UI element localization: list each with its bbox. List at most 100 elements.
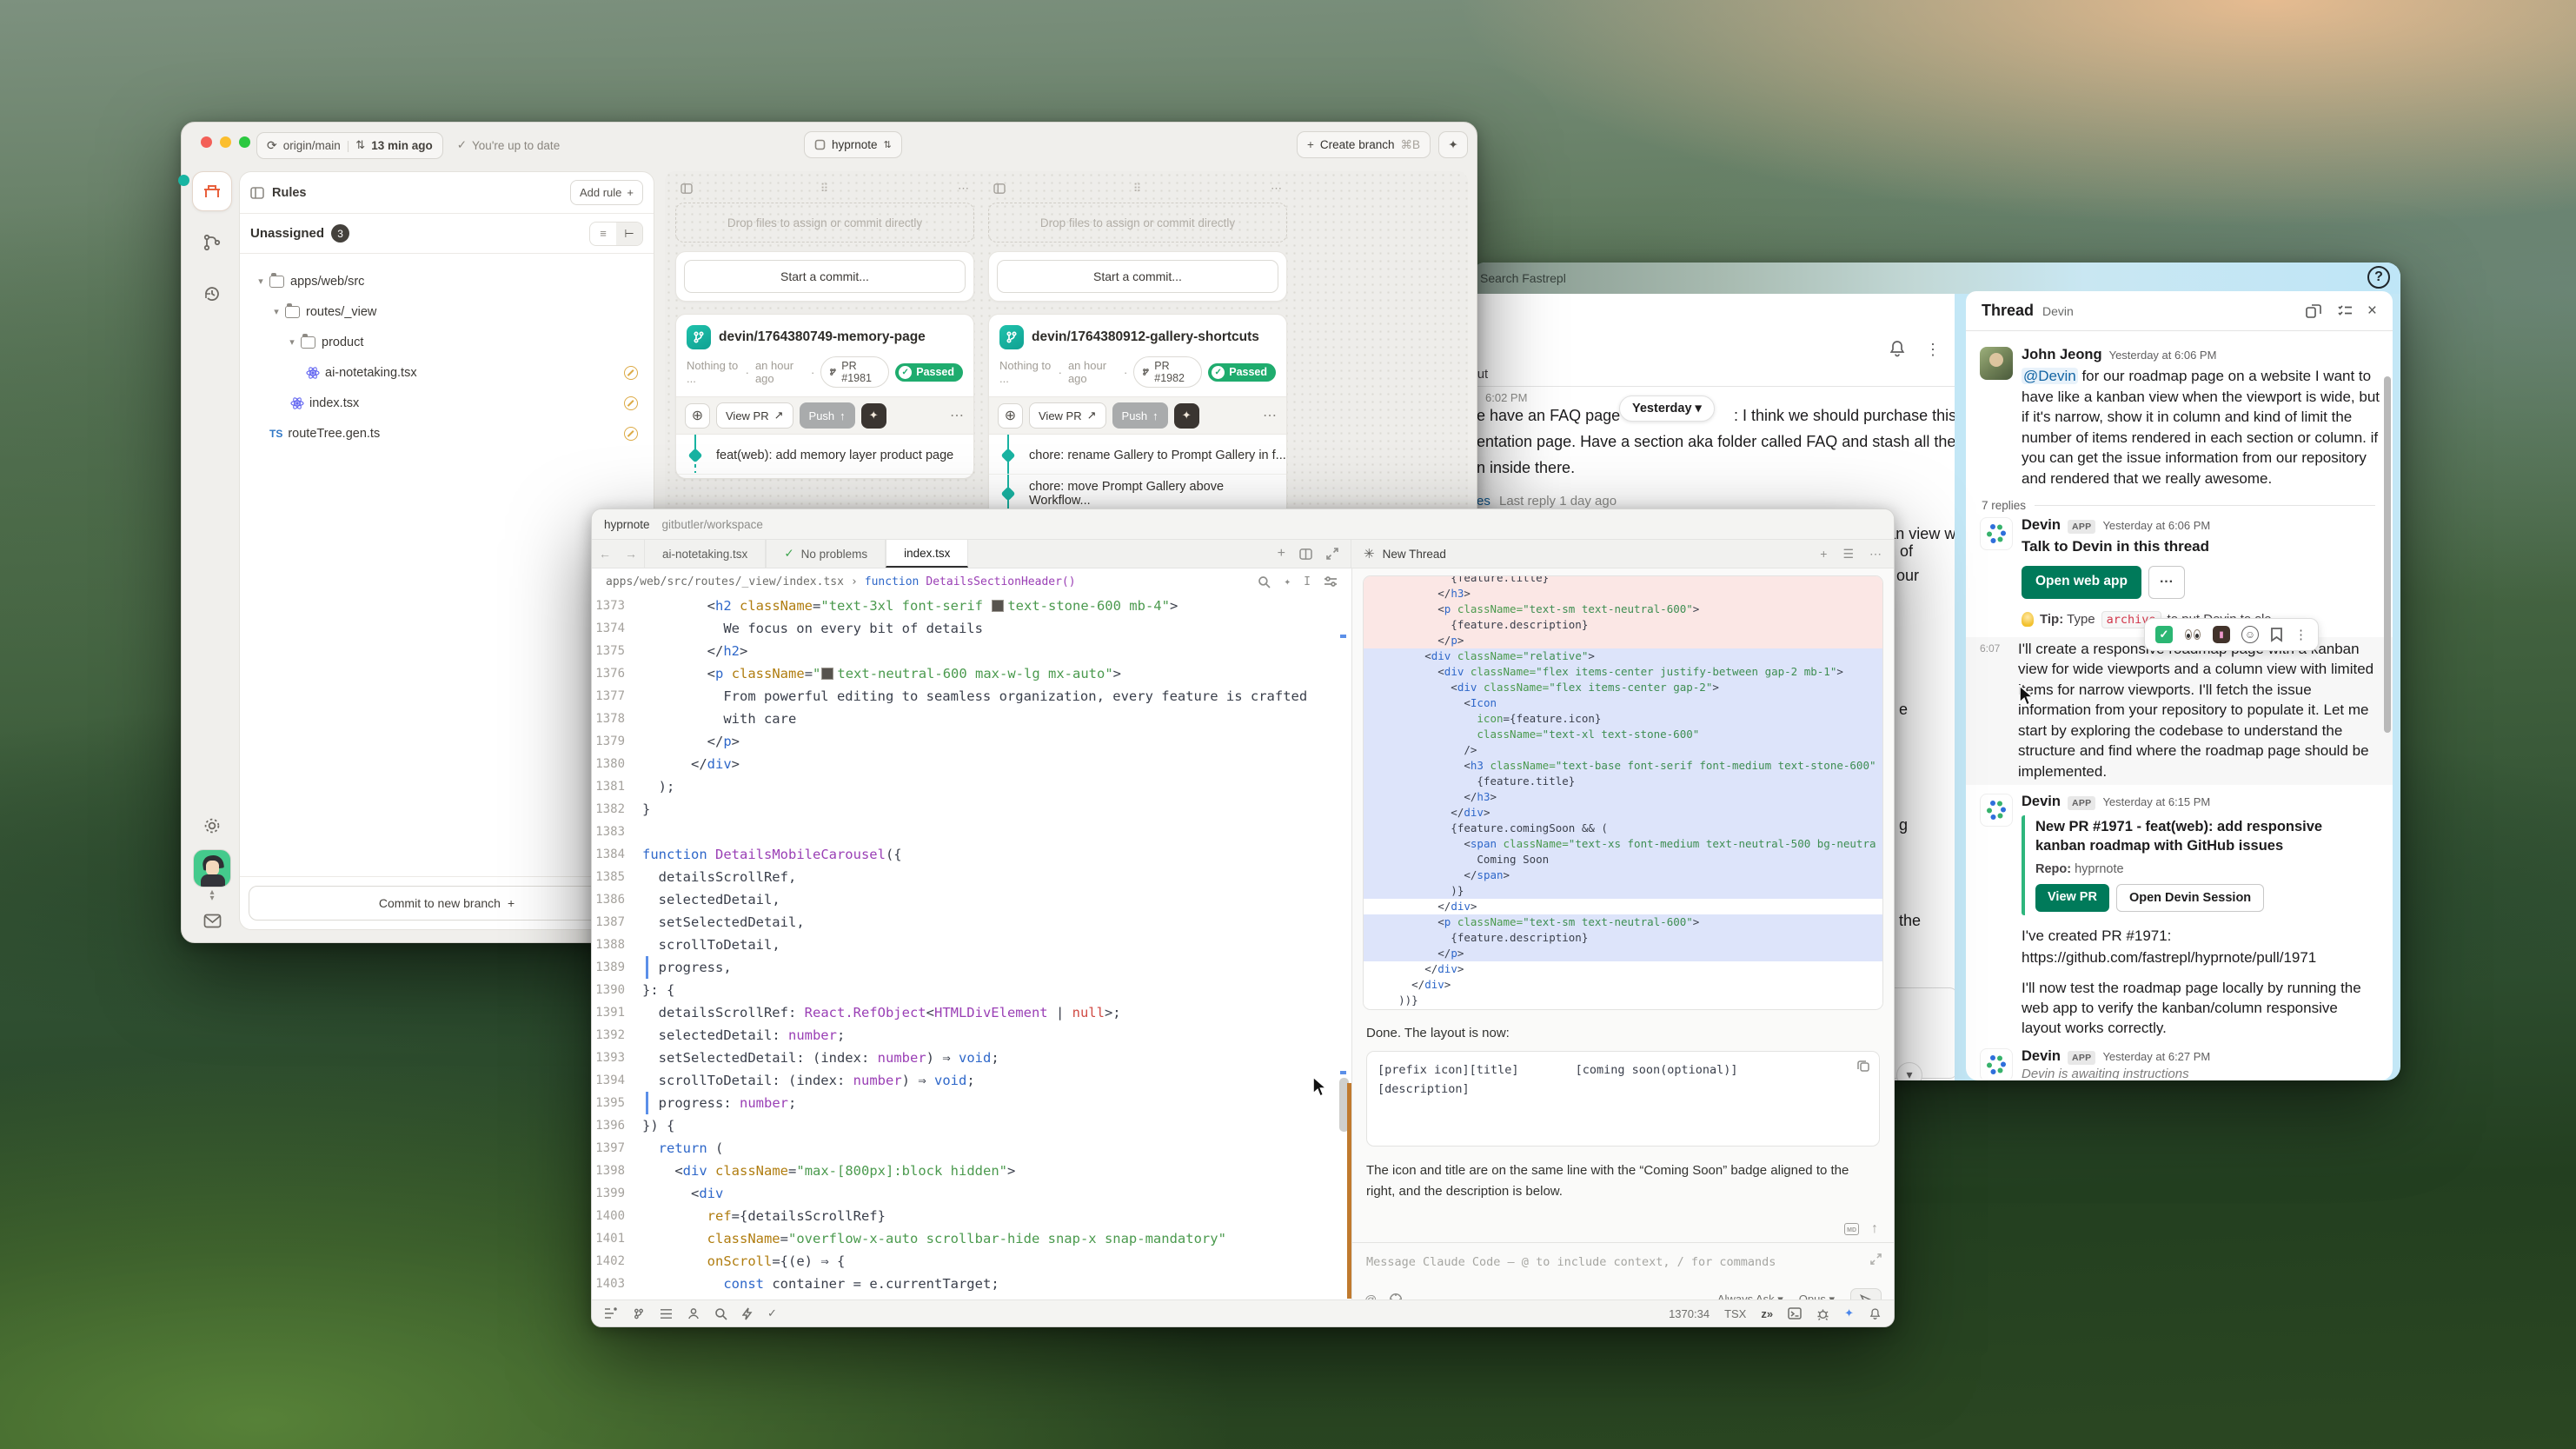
nav-forward-icon[interactable]: → bbox=[618, 540, 644, 568]
code-line[interactable]: 1394 scrollToDetail: (index: number) ⇒ v… bbox=[592, 1069, 1351, 1092]
sender-name[interactable]: John Jeong bbox=[2022, 347, 2102, 363]
code-line[interactable]: 1391 detailsScrollRef: React.RefObject<H… bbox=[592, 1001, 1351, 1024]
code-line[interactable]: 1398 <div className="max-[800px]:block h… bbox=[592, 1160, 1351, 1182]
cursor-position[interactable]: 1370:34 bbox=[1669, 1307, 1710, 1320]
drop-zone[interactable]: Drop files to assign or commit directly bbox=[675, 203, 974, 243]
tab-diagnostics[interactable]: ✓No problems bbox=[766, 540, 886, 568]
project-name[interactable]: hyprnote bbox=[604, 518, 650, 531]
branch-name[interactable]: devin/1764380912-gallery-shortcuts bbox=[1032, 329, 1259, 345]
sender-name[interactable]: Devin bbox=[2022, 517, 2061, 534]
code-line[interactable]: 1378 with care bbox=[592, 708, 1351, 730]
code-line[interactable]: 1385 detailsScrollRef, bbox=[592, 866, 1351, 888]
thread-scrollbar[interactable] bbox=[2384, 376, 2391, 733]
scrollbar-minimap[interactable] bbox=[1338, 595, 1351, 1299]
ci-status-badge[interactable]: ✓Passed bbox=[1208, 363, 1276, 382]
new-tab-icon[interactable]: + bbox=[1278, 546, 1285, 562]
code-line[interactable]: 1386 selectedDetail, bbox=[592, 888, 1351, 911]
lane-menu-icon[interactable]: ⋯ bbox=[958, 182, 969, 196]
slack-composer[interactable] bbox=[1884, 987, 1955, 1079]
terminal-icon[interactable] bbox=[1788, 1307, 1802, 1319]
tree-view-icon[interactable]: ⊢ bbox=[616, 223, 642, 245]
diff-block[interactable]: {feature.title} </h3> <p className="text… bbox=[1363, 575, 1883, 1010]
code-line[interactable]: 1383 bbox=[592, 821, 1351, 843]
tree-item-routetree-gen-ts[interactable]: TSrouteTree.gen.ts bbox=[249, 418, 645, 449]
tree-item-product[interactable]: ▾product bbox=[249, 327, 645, 357]
eyes-emoji[interactable] bbox=[2184, 626, 2201, 643]
kebab-icon[interactable]: ⋮ bbox=[1925, 341, 1942, 359]
branch-name[interactable]: devin/1764380749-memory-page bbox=[719, 329, 926, 345]
open-devin-session-button[interactable]: Open Devin Session bbox=[2116, 884, 2264, 912]
code-line[interactable]: 1390}: { bbox=[592, 979, 1351, 1001]
more-button[interactable]: ··· bbox=[2148, 566, 2185, 599]
ai-actions-button[interactable]: ✦ bbox=[861, 403, 886, 429]
bell-icon[interactable] bbox=[1869, 1307, 1882, 1320]
outline-icon[interactable] bbox=[660, 1308, 673, 1319]
start-commit-button[interactable]: Start a commit... bbox=[684, 260, 966, 293]
push-button[interactable]: Push↑ bbox=[800, 402, 855, 429]
peek-replies-frag[interactable]: es bbox=[1477, 494, 1490, 508]
replies-count[interactable]: 7 replies bbox=[1982, 499, 2026, 512]
code-line[interactable]: 1384function DetailsMobileCarousel({ bbox=[592, 843, 1351, 866]
diagnostics-ok-icon[interactable]: ✓ bbox=[767, 1306, 777, 1320]
branches-tab[interactable] bbox=[192, 223, 232, 263]
tree-item-routes-view[interactable]: ▾routes/_view bbox=[249, 296, 645, 327]
code-line[interactable]: 1377 From powerful editing to seamless o… bbox=[592, 685, 1351, 708]
add-rule-button[interactable]: Add rule+ bbox=[570, 180, 643, 205]
code-line[interactable]: 1381 ); bbox=[592, 775, 1351, 798]
bookmark-icon[interactable] bbox=[2270, 627, 2283, 642]
code-line[interactable]: 1399 <div bbox=[592, 1182, 1351, 1205]
ai-actions-button[interactable]: ✦ bbox=[1174, 403, 1199, 429]
code-line[interactable]: 1388 scrollToDetail, bbox=[592, 934, 1351, 956]
create-branch-button[interactable]: +Create branch⌘B bbox=[1297, 131, 1431, 158]
inline-assist-icon[interactable]: ✦ bbox=[1284, 575, 1291, 588]
zap-icon[interactable] bbox=[742, 1307, 753, 1320]
cursor-mode-icon[interactable]: I bbox=[1304, 575, 1311, 588]
drag-handle-icon[interactable]: ⠿ bbox=[1006, 182, 1271, 196]
view-toggle[interactable]: ≡⊢ bbox=[589, 222, 643, 246]
scroll-up-icon[interactable]: ↑ bbox=[1871, 1221, 1878, 1237]
code-line[interactable]: 1392 selectedDetail: number; bbox=[592, 1024, 1351, 1047]
new-thread-icon[interactable]: + bbox=[1820, 547, 1827, 562]
drag-handle-icon[interactable]: ⠿ bbox=[693, 182, 958, 196]
view-pr-button[interactable]: View PR↗ bbox=[716, 402, 793, 429]
review-button[interactable]: ⊕ bbox=[685, 403, 710, 429]
remote-status-pill[interactable]: ⟳origin/main | ⇅13 min ago bbox=[256, 132, 443, 159]
zed-mode-indicator[interactable]: z» bbox=[1761, 1307, 1773, 1320]
sender-name[interactable]: Devin bbox=[2022, 794, 2061, 810]
code-line[interactable]: 1400 ref={detailsScrollRef} bbox=[592, 1205, 1351, 1227]
sender-name[interactable]: Devin bbox=[2022, 1048, 2061, 1065]
view-pr-button[interactable]: View PR↗ bbox=[1029, 402, 1106, 429]
code-line[interactable]: 1374 We focus on every bit of details bbox=[592, 617, 1351, 640]
checklist-icon[interactable] bbox=[2336, 302, 2354, 320]
close-icon[interactable]: × bbox=[2367, 302, 2377, 321]
tree-item-index-tsx[interactable]: index.tsx bbox=[249, 388, 645, 418]
chevron-down-icon[interactable]: ▾ bbox=[269, 306, 283, 317]
code-line[interactable]: 1382} bbox=[592, 798, 1351, 821]
code-line[interactable]: 1380 </div> bbox=[592, 753, 1351, 775]
commit-row[interactable]: chore: rename Gallery to Prompt Gallery … bbox=[989, 436, 1286, 475]
code-line[interactable]: 1397 return ( bbox=[592, 1137, 1351, 1160]
sliders-icon[interactable] bbox=[1324, 575, 1338, 588]
start-commit-button[interactable]: Start a commit... bbox=[997, 260, 1278, 293]
push-button[interactable]: Push↑ bbox=[1112, 402, 1168, 429]
commit-row[interactable]: feat(web): add memory layer product page bbox=[676, 436, 973, 475]
kebab-icon[interactable]: ⋮ bbox=[2294, 627, 2307, 642]
expand-icon[interactable] bbox=[1326, 548, 1338, 560]
history-tab[interactable] bbox=[192, 274, 232, 314]
open-window-icon[interactable] bbox=[2305, 302, 2322, 320]
code-line[interactable]: 1396}) { bbox=[592, 1114, 1351, 1137]
code-line[interactable]: 1376 <p className="text-neutral-600 max-… bbox=[592, 662, 1351, 685]
workspace-tab[interactable] bbox=[192, 171, 232, 211]
open-web-app-button[interactable]: Open web app bbox=[2022, 566, 2141, 599]
add-reaction-icon[interactable]: ☺ bbox=[2241, 626, 2259, 643]
markdown-icon[interactable]: MD bbox=[1844, 1223, 1859, 1235]
ai-sparkle-button[interactable]: ✦ bbox=[1438, 131, 1468, 158]
chevron-up-down-icon[interactable]: ▴▾ bbox=[192, 889, 232, 901]
collapse-lane-icon[interactable] bbox=[681, 183, 693, 194]
date-pill[interactable]: Yesterday ▾ bbox=[1619, 395, 1715, 422]
user-avatar[interactable] bbox=[193, 849, 231, 887]
code-line[interactable]: 1375 </h2> bbox=[592, 640, 1351, 662]
avatar-devin[interactable] bbox=[1980, 517, 2013, 550]
code-line[interactable]: 1379 </p> bbox=[592, 730, 1351, 753]
pr-badge[interactable]: PR #1981 bbox=[820, 356, 889, 388]
